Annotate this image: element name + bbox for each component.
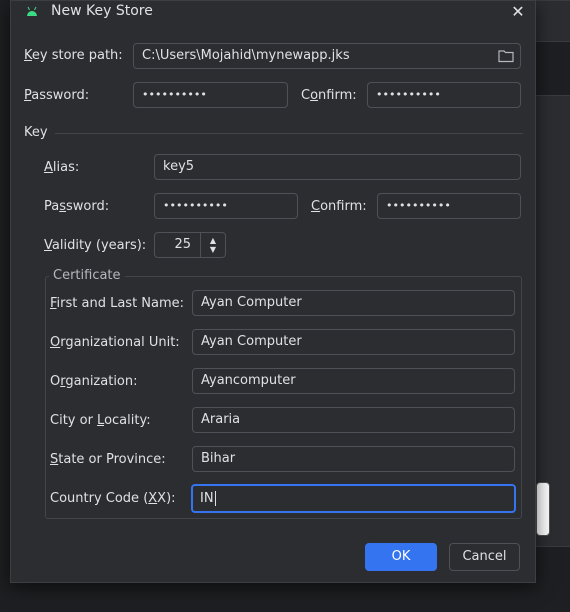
validity-label: Validity (years): (44, 238, 147, 253)
background-field (536, 482, 550, 536)
new-key-store-dialog: New Key Store ✕ Key store path: C:\Users… (10, 0, 536, 583)
key-section-separator (55, 133, 523, 134)
keystore-confirm-label: Confirm: (301, 88, 357, 103)
organizational-unit-label: Organizational Unit: (50, 335, 180, 350)
keystore-confirm-input[interactable]: •••••••••• (367, 82, 521, 108)
organization-label: Organization: (50, 374, 138, 389)
certificate-legend: Certificate (49, 268, 125, 283)
ok-button[interactable]: OK (365, 543, 437, 571)
close-icon[interactable]: ✕ (509, 3, 527, 21)
key-confirm-input[interactable]: •••••••••• (377, 193, 521, 219)
validity-spinner[interactable]: 25 ▲ ▼ (154, 232, 226, 258)
organization-input[interactable]: Ayancomputer (192, 368, 515, 394)
first-last-name-label: First and Last Name: (50, 296, 185, 311)
first-last-name-input[interactable]: Ayan Computer (192, 290, 515, 316)
android-icon (27, 6, 37, 16)
key-store-path-label: Key store path: (24, 48, 123, 63)
validity-value: 25 (174, 237, 191, 252)
key-store-path-input[interactable]: C:\Users\Mojahid\mynewapp.jks (133, 43, 521, 69)
key-store-path-value: C:\Users\Mojahid\mynewapp.jks (142, 48, 350, 63)
background-window-right (534, 95, 570, 547)
background-window-bottom (0, 581, 570, 612)
alias-input[interactable]: key5 (154, 154, 521, 180)
alias-label: Alias: (44, 160, 80, 175)
state-province-label: State or Province: (50, 452, 166, 467)
chevron-down-icon[interactable]: ▼ (208, 246, 218, 254)
country-code-value: IN (200, 491, 214, 506)
background-window-top (534, 0, 570, 42)
key-section-title: Key (24, 125, 48, 140)
city-locality-label: City or Locality: (50, 413, 151, 428)
key-store-path-label-text: ey store path: (31, 48, 123, 63)
key-password-input[interactable]: •••••••••• (154, 193, 298, 219)
keystore-password-label: Password: (24, 88, 90, 103)
organizational-unit-input[interactable]: Ayan Computer (192, 329, 515, 355)
key-confirm-label: Confirm: (311, 199, 367, 214)
country-code-label: Country Code (XX): (50, 491, 176, 506)
country-code-input[interactable]: IN (191, 484, 516, 513)
city-locality-input[interactable]: Araria (192, 407, 515, 433)
title-bar: New Key Store ✕ (11, 1, 535, 23)
dialog-title: New Key Store (51, 3, 153, 19)
keystore-password-input[interactable]: •••••••••• (133, 82, 288, 108)
chevron-up-icon[interactable]: ▲ (208, 237, 218, 245)
key-password-label: Password: (44, 199, 110, 214)
cancel-button[interactable]: Cancel (449, 543, 520, 571)
spinner-divider (200, 233, 201, 257)
folder-icon[interactable] (498, 49, 514, 63)
state-province-input[interactable]: Bihar (192, 446, 515, 472)
text-caret (214, 491, 216, 506)
